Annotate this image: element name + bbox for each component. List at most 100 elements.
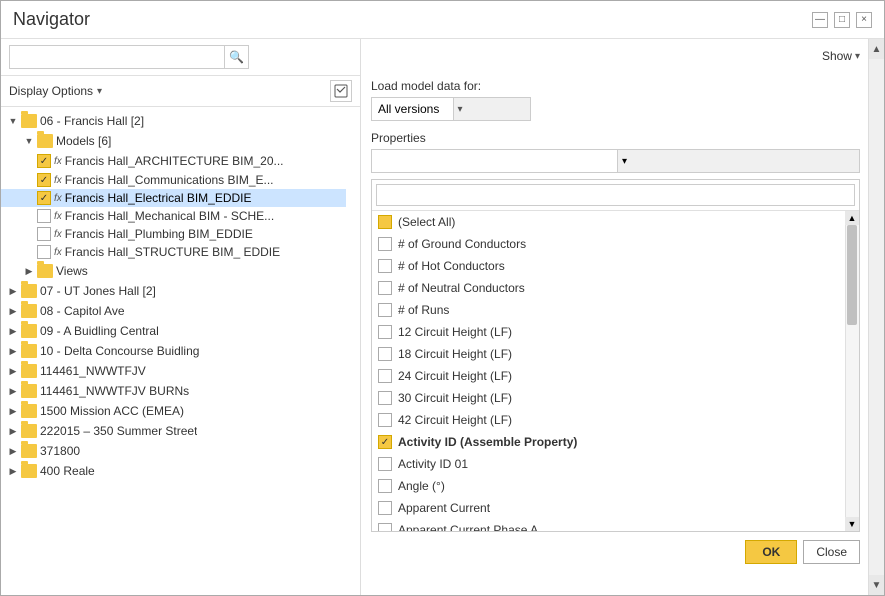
display-options-button[interactable]: Display Options ▾: [9, 84, 102, 98]
tree-item-1500mission[interactable]: ▶ 1500 Mission ACC (EMEA): [1, 401, 346, 421]
list-item-label: 42 Circuit Height (LF): [398, 413, 512, 427]
list-item-angle[interactable]: Angle (°): [372, 475, 859, 497]
scroll-up-arrow[interactable]: ▲: [869, 39, 884, 59]
checkbox-comm[interactable]: ✓: [37, 173, 51, 187]
checkbox-activity-id-01[interactable]: [378, 457, 392, 471]
properties-dropdown-arrow[interactable]: ▾: [617, 150, 859, 172]
window-controls: — □ ×: [812, 12, 872, 28]
checkbox-runs[interactable]: [378, 303, 392, 317]
list-item-activity-id-01[interactable]: Activity ID 01: [372, 453, 859, 475]
list-item-12circuit[interactable]: 12 Circuit Height (LF): [372, 321, 859, 343]
expand-icon[interactable]: ▼: [21, 133, 37, 149]
minimize-button[interactable]: —: [812, 12, 828, 28]
checkbox-24circuit[interactable]: [378, 369, 392, 383]
properties-section: Properties ▾ (Select All): [371, 131, 860, 532]
tree-item-struct[interactable]: fx Francis Hall_STRUCTURE BIM_ EDDIE: [1, 243, 346, 261]
list-search-input[interactable]: [376, 184, 855, 206]
checkbox-hot-cond[interactable]: [378, 259, 392, 273]
checkbox-mech[interactable]: [37, 209, 51, 223]
checkbox-12circuit[interactable]: [378, 325, 392, 339]
list-item-apparent-phase-a[interactable]: Apparent Current Phase A: [372, 519, 859, 531]
tree-item-views[interactable]: ▶ Views: [1, 261, 346, 281]
close-button[interactable]: Close: [803, 540, 860, 564]
list-item-apparent-current[interactable]: Apparent Current: [372, 497, 859, 519]
expand-icon[interactable]: ▶: [5, 463, 21, 479]
maximize-button[interactable]: □: [834, 12, 850, 28]
list-item-select-all[interactable]: (Select All): [372, 211, 859, 233]
properties-dropdown[interactable]: ▾: [371, 149, 860, 173]
list-item-hot-cond[interactable]: # of Hot Conductors: [372, 255, 859, 277]
search-input[interactable]: [10, 50, 224, 64]
list-scroll-down[interactable]: ▼: [845, 517, 859, 531]
checkbox-activity-id[interactable]: ✓: [378, 435, 392, 449]
tree-item-arch[interactable]: ✓ fx Francis Hall_ARCHITECTURE BIM_20...: [1, 151, 346, 171]
list-item-ground-cond[interactable]: # of Ground Conductors: [372, 233, 859, 255]
list-scroll-up[interactable]: ▲: [845, 211, 859, 225]
version-select[interactable]: All versions ▾: [371, 97, 531, 121]
list-item-30circuit[interactable]: 30 Circuit Height (LF): [372, 387, 859, 409]
list-scrollbar[interactable]: ▲ ▼: [845, 211, 859, 531]
checkbox-arch[interactable]: ✓: [37, 154, 51, 168]
tree-label: 1500 Mission ACC (EMEA): [40, 404, 184, 418]
list-item-24circuit[interactable]: 24 Circuit Height (LF): [372, 365, 859, 387]
ok-button[interactable]: OK: [745, 540, 797, 564]
checkbox-30circuit[interactable]: [378, 391, 392, 405]
scroll-down-arrow[interactable]: ▼: [869, 575, 884, 595]
list-item-activity-id[interactable]: ✓ Activity ID (Assemble Property): [372, 431, 859, 453]
checkbox-apparent-current[interactable]: [378, 501, 392, 515]
expand-icon[interactable]: ▶: [5, 403, 21, 419]
main-content: 🔍 Display Options ▾: [1, 39, 884, 595]
tree-item-400reale[interactable]: ▶ 400 Reale: [1, 461, 346, 481]
expand-icon[interactable]: ▶: [5, 423, 21, 439]
tree-item-delta[interactable]: ▶ 10 - Delta Concourse Buidling: [1, 341, 346, 361]
search-box[interactable]: 🔍: [9, 45, 249, 69]
expand-icon[interactable]: ▶: [5, 303, 21, 319]
expand-icon[interactable]: ▶: [5, 323, 21, 339]
tree-item-114461burns[interactable]: ▶ 114461_NWWTFJV BURNs: [1, 381, 346, 401]
tree-item-plumb[interactable]: fx Francis Hall_Plumbing BIM_EDDIE: [1, 225, 346, 243]
version-selected-text: All versions: [372, 102, 453, 116]
checkbox-plumb[interactable]: [37, 227, 51, 241]
expand-icon[interactable]: ▶: [5, 283, 21, 299]
tree-label: 114461_NWWTFJV BURNs: [40, 384, 189, 398]
tree-item-mech[interactable]: fx Francis Hall_Mechanical BIM - SCHE...: [1, 207, 346, 225]
expand-icon[interactable]: ▶: [5, 443, 21, 459]
search-icon[interactable]: 🔍: [224, 45, 248, 69]
close-button[interactable]: ×: [856, 12, 872, 28]
tree-item-371800[interactable]: ▶ 371800: [1, 441, 346, 461]
checkbox-ground-cond[interactable]: [378, 237, 392, 251]
checkbox-elec[interactable]: ✓: [37, 191, 51, 205]
list-item-42circuit[interactable]: 42 Circuit Height (LF): [372, 409, 859, 431]
list-items-container[interactable]: (Select All) # of Ground Conductors # of…: [372, 211, 859, 531]
tree-item-capitol[interactable]: ▶ 08 - Capitol Ave: [1, 301, 346, 321]
list-item-runs[interactable]: # of Runs: [372, 299, 859, 321]
expand-icon[interactable]: ▶: [5, 363, 21, 379]
tree-item-222015[interactable]: ▶ 222015 – 350 Summer Street: [1, 421, 346, 441]
list-scrollbar-thumb[interactable]: [847, 225, 857, 325]
tree-item-114461nwwtfjv[interactable]: ▶ 114461_NWWTFJV: [1, 361, 346, 381]
tree-item-comm[interactable]: ✓ fx Francis Hall_Communications BIM_E..…: [1, 171, 346, 189]
checkbox-18circuit[interactable]: [378, 347, 392, 361]
version-dropdown-arrow[interactable]: ▾: [453, 98, 531, 120]
tree-item-elec[interactable]: ✓ fx Francis Hall_Electrical BIM_EDDIE: [1, 189, 346, 207]
tree-container[interactable]: ▼ 06 - Francis Hall [2] ▼ Models [6]: [1, 107, 360, 595]
add-icon[interactable]: [330, 80, 352, 102]
tree-item-abuidling[interactable]: ▶ 09 - A Buidling Central: [1, 321, 346, 341]
tree-item-ut-jones[interactable]: ▶ 07 - UT Jones Hall [2]: [1, 281, 346, 301]
checkbox-42circuit[interactable]: [378, 413, 392, 427]
expand-icon[interactable]: ▼: [5, 113, 21, 129]
show-arrow-icon[interactable]: ▾: [855, 51, 860, 62]
checkbox-neutral-cond[interactable]: [378, 281, 392, 295]
list-item-neutral-cond[interactable]: # of Neutral Conductors: [372, 277, 859, 299]
checkbox-struct[interactable]: [37, 245, 51, 259]
expand-icon[interactable]: ▶: [21, 263, 37, 279]
checkbox-angle[interactable]: [378, 479, 392, 493]
checkbox-select-all[interactable]: [378, 215, 392, 229]
checkbox-apparent-phase-a[interactable]: [378, 523, 392, 531]
tree-label: 222015 – 350 Summer Street: [40, 424, 197, 438]
tree-item-francis-hall[interactable]: ▼ 06 - Francis Hall [2]: [1, 111, 346, 131]
expand-icon[interactable]: ▶: [5, 343, 21, 359]
list-item-18circuit[interactable]: 18 Circuit Height (LF): [372, 343, 859, 365]
expand-icon[interactable]: ▶: [5, 383, 21, 399]
tree-item-models[interactable]: ▼ Models [6]: [1, 131, 346, 151]
